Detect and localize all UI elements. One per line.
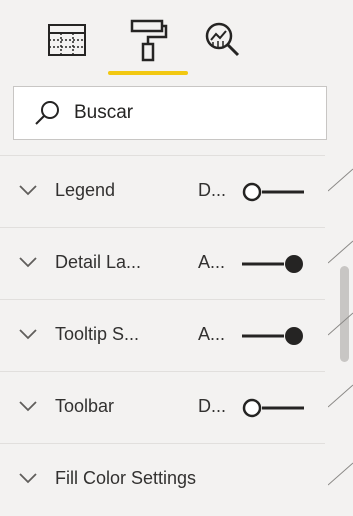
active-tab-indicator (108, 71, 188, 75)
section-legend[interactable]: Legend D... (0, 155, 325, 227)
table-icon (48, 24, 86, 56)
chevron-down-icon (19, 473, 37, 484)
toggle-off[interactable] (240, 182, 306, 202)
chevron-down-icon (19, 329, 37, 340)
search-input[interactable]: Buscar (74, 102, 133, 124)
analytics-magnifier-icon (205, 22, 240, 57)
toggle-on[interactable] (240, 326, 306, 346)
section-value: A... (198, 252, 226, 272)
panel-edge-decoration (328, 168, 353, 486)
tab-analytics[interactable] (201, 18, 245, 62)
paint-roller-icon (130, 19, 168, 62)
toggle-on[interactable] (240, 254, 306, 274)
tab-format[interactable] (126, 18, 170, 62)
section-value: A... (198, 324, 226, 344)
chevron-down-icon (19, 185, 37, 196)
section-detail-labels[interactable]: Detail La... A... (0, 227, 325, 299)
pane-tabs (0, 0, 353, 80)
section-label: Detail La... (55, 252, 142, 272)
section-tooltip-settings[interactable]: Tooltip S... A... (0, 299, 325, 371)
chevron-down-icon (19, 257, 37, 268)
search-box[interactable]: Buscar (13, 86, 327, 140)
tab-fields[interactable] (45, 18, 89, 62)
chevron-down-icon (19, 401, 37, 412)
section-label: Tooltip S... (55, 324, 140, 344)
section-label: Legend (55, 180, 116, 200)
section-toolbar[interactable]: Toolbar D... (0, 371, 325, 443)
section-value: D... (198, 180, 227, 200)
section-label: Toolbar (55, 396, 115, 416)
search-icon (35, 101, 59, 125)
section-fill-color-settings[interactable]: Fill Color Settings (0, 443, 325, 515)
toggle-off[interactable] (240, 398, 306, 418)
section-label: Fill Color Settings (55, 468, 197, 488)
format-sections: Legend D... Detail La... A... Tooltip S.… (0, 155, 325, 515)
section-value: D... (198, 396, 227, 416)
